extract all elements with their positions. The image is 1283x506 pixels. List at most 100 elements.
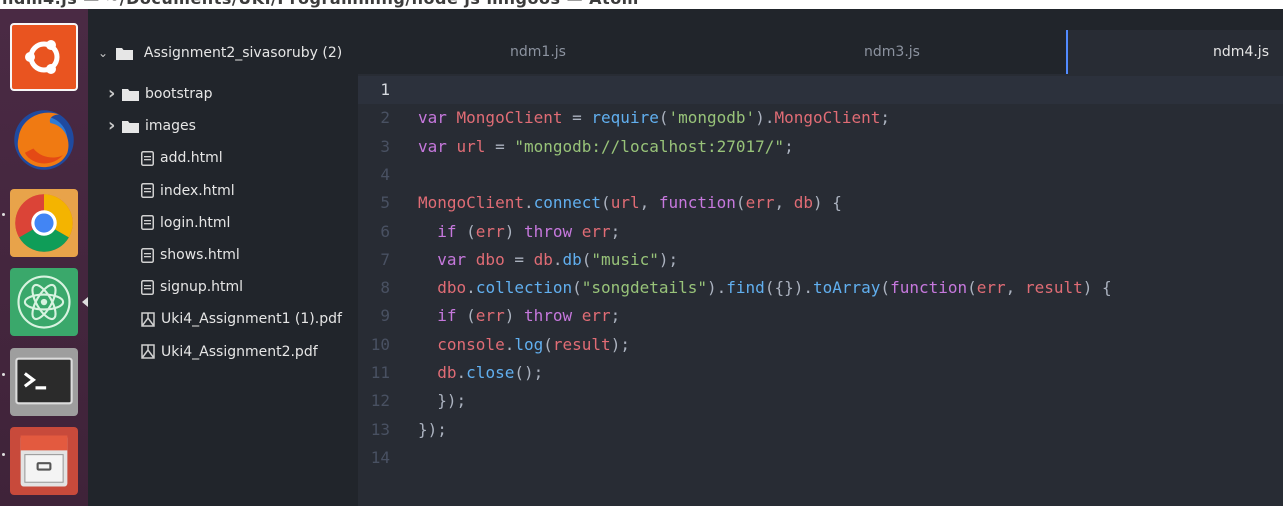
code-token: console [437, 334, 505, 354]
code-token: if [437, 306, 457, 326]
code-line[interactable]: 14 [358, 444, 1283, 472]
code-token: close [466, 363, 515, 382]
code-line[interactable]: 10 console.log(result); [358, 331, 1283, 359]
code-editor[interactable]: 1 2 var MongoClient = require('mongodb').M… [358, 74, 1283, 506]
code-token: db [533, 249, 553, 269]
code-text: var dbo = db.db("music"); [418, 246, 678, 274]
file-text-icon [141, 150, 160, 166]
code-text: MongoClient.connect(url, function(err, d… [418, 189, 842, 217]
code-text: db.close(); [418, 359, 543, 387]
tab-label: ndm4.js [1213, 44, 1269, 60]
line-number: 3 [380, 136, 390, 156]
code-token: dbo [475, 249, 505, 269]
firefox-icon [14, 110, 74, 170]
code-token: if [437, 221, 457, 241]
code-token: ( [572, 278, 582, 298]
tab-ndm4[interactable]: ndm4.js [1066, 30, 1283, 74]
code-line[interactable]: 12 }); [358, 387, 1283, 415]
code-token: ) [504, 306, 524, 326]
code-token: var [437, 249, 476, 269]
file-text-icon [141, 183, 160, 199]
tree-item-label: index.html [160, 182, 235, 199]
code-token: "music" [591, 249, 659, 269]
launcher-ubuntu-dash[interactable] [10, 23, 78, 91]
code-line[interactable]: 8 dbo.collection("songdetails").find({})… [358, 274, 1283, 302]
code-token: log [514, 334, 544, 354]
launcher-terminal[interactable] [10, 348, 78, 416]
code-token: ) [504, 221, 524, 241]
code-text: }); [418, 416, 447, 444]
tab-ndm1[interactable]: ndm1.js [358, 30, 718, 74]
code-line[interactable]: 5 MongoClient.connect(url, function(err, … [358, 189, 1283, 217]
folder-icon [116, 47, 134, 60]
tree-item-label: Uki4_Assignment2.pdf [161, 343, 318, 360]
code-line[interactable]: 2 var MongoClient = require('mongodb').Mo… [358, 104, 1283, 132]
tree-file[interactable]: Uki4_Assignment1 (1).pdf [141, 307, 342, 331]
terminal-icon [15, 357, 73, 405]
tree-item-label: bootstrap [145, 86, 213, 102]
tree-folder[interactable]: › bootstrap [108, 82, 213, 106]
tree-file[interactable]: signup.html [141, 275, 243, 299]
code-text: dbo.collection("songdetails").find({}).t… [418, 274, 1112, 302]
code-token: ( [456, 306, 476, 326]
line-number: 6 [380, 221, 390, 241]
code-token: MongoClient [456, 108, 563, 128]
ubuntu-logo-icon [25, 40, 60, 74]
line-number: 10 [370, 334, 390, 354]
code-line[interactable]: 13}); [358, 416, 1283, 444]
code-token: = [562, 108, 592, 128]
code-token: err [581, 306, 611, 326]
code-token: var [418, 136, 457, 156]
tree-folder[interactable]: › images [108, 114, 196, 138]
code-token: err [976, 278, 1006, 298]
code-token: ; [610, 306, 621, 326]
line-number: 9 [380, 306, 390, 326]
launcher-files[interactable] [10, 427, 78, 495]
code-token: collection [475, 278, 573, 298]
tree-file[interactable]: login.html [141, 211, 230, 235]
chevron-down-icon: ⌄ [98, 46, 109, 60]
tree-root-label: Assignment2_sivasoruby (2) [143, 45, 343, 61]
running-indicator [2, 373, 5, 376]
tree-item-label: login.html [160, 214, 231, 231]
tree-item-label: shows.html [160, 247, 240, 263]
code-token: }); [418, 391, 467, 411]
launcher-atom[interactable] [10, 268, 78, 336]
tree-file[interactable]: add.html [141, 146, 223, 170]
tree-file[interactable]: shows.html [141, 243, 240, 267]
tree-file[interactable]: index.html [141, 179, 235, 203]
tree-root-folder[interactable]: ⌄ Assignment2_sivasoruby (2) [98, 41, 342, 65]
code-line[interactable]: 4 [358, 161, 1283, 189]
code-token: ; [784, 136, 794, 156]
tab-bar: ndm1.js ndm3.js ndm4.js [358, 30, 1283, 74]
line-number: 4 [380, 164, 390, 184]
code-line[interactable]: 1 [358, 76, 1283, 105]
code-line[interactable]: 7 var dbo = db.db("music"); [358, 246, 1283, 274]
code-line[interactable]: 6 if (err) throw err; [358, 218, 1283, 246]
code-token: db [562, 249, 582, 269]
code-token: find [726, 278, 765, 298]
tree-item-label: Uki4_Assignment1 (1).pdf [161, 311, 342, 328]
line-number: 14 [370, 447, 390, 467]
code-text: console.log(result); [418, 331, 630, 359]
code-token: ) { [1082, 278, 1112, 298]
code-line[interactable]: 3 var url = "mongodb://localhost:27017/"; [358, 133, 1283, 161]
tab-ndm3[interactable]: ndm3.js [718, 30, 1066, 74]
launcher-firefox[interactable] [10, 106, 78, 174]
code-token: MongoClient [418, 193, 524, 213]
code-line[interactable]: 9 if (err) throw err; [358, 302, 1283, 330]
window-title: ndm4.js — ~/Documents/UKI/Programming/no… [2, 0, 639, 8]
code-token: result [1024, 278, 1083, 298]
code-token: db [793, 193, 813, 213]
file-cabinet-icon [20, 435, 68, 487]
code-line[interactable]: 11 db.close(); [358, 359, 1283, 387]
tree-item-label: images [145, 118, 196, 135]
code-token: err [475, 221, 505, 241]
tree-file[interactable]: Uki4_Assignment2.pdf [141, 340, 318, 364]
code-token: MongoClient [774, 108, 881, 128]
file-text-icon [141, 215, 160, 231]
launcher-chrome[interactable] [10, 189, 78, 257]
